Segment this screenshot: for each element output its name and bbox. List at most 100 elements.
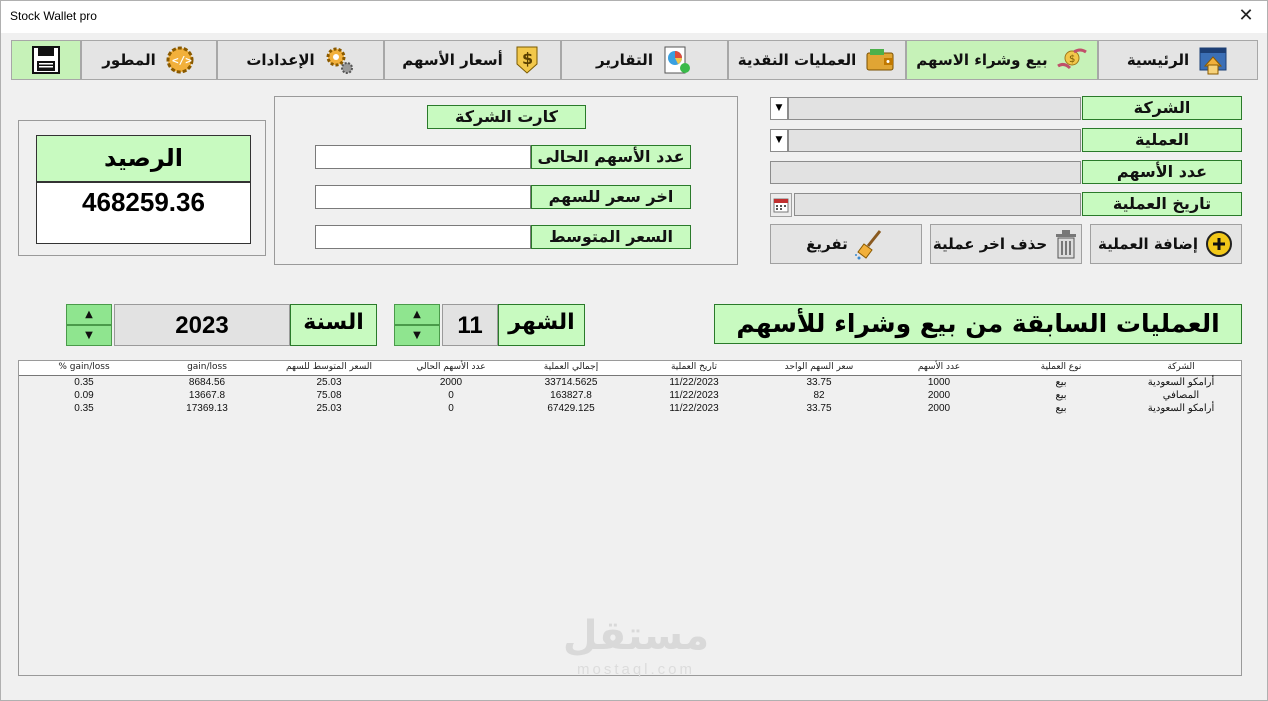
cell-shares: 2000: [927, 403, 951, 414]
tab-save[interactable]: [11, 40, 81, 80]
add-operation-button[interactable]: إضافة العملية: [1090, 224, 1242, 264]
tab-buy-sell-stocks[interactable]: بيع وشراء الاسهم $: [906, 40, 1098, 80]
shares-count-label: عدد الأسهم: [1082, 160, 1242, 184]
operation-date-input[interactable]: [794, 193, 1081, 216]
clear-label: تفريغ: [806, 235, 848, 253]
current-shares-label: عدد الأسهم الحالى: [531, 145, 691, 169]
money-hands-icon: $: [1056, 48, 1087, 70]
col-shares-count: عدد الأسهم: [917, 362, 961, 372]
clear-button[interactable]: تفريغ: [770, 224, 922, 264]
cell-average: 25.03: [316, 377, 342, 388]
cell-company: أرامكو السعودية: [1147, 377, 1215, 388]
tab-home[interactable]: الرئيسية: [1098, 40, 1258, 80]
tab-cash-label: العمليات النقدية: [737, 51, 857, 69]
shares-count-input[interactable]: [770, 161, 1081, 184]
tab-home-label: الرئيسية: [1126, 51, 1190, 69]
delete-last-label: حذف اخر عملية: [932, 235, 1048, 253]
tab-stock-prices[interactable]: أسعار الأسهم $: [384, 40, 561, 80]
last-price-field: [315, 185, 531, 209]
tab-buy-sell-label: بيع وشراء الاسهم: [916, 51, 1048, 69]
save-disk-icon: [32, 46, 60, 74]
company-label: الشركة: [1082, 96, 1242, 120]
tab-settings-label: الإعدادات: [246, 51, 315, 69]
operation-label: العملية: [1082, 128, 1242, 152]
current-shares-field: [315, 145, 531, 169]
cell-price: 33.75: [806, 377, 832, 388]
developer-code-icon: </>: [166, 46, 194, 74]
cell-shares: 2000: [927, 390, 951, 401]
month-down-button[interactable]: ▼: [394, 325, 440, 346]
broom-icon: [854, 230, 881, 260]
company-card-title: كارت الشركة: [427, 105, 586, 129]
cell-type: بيع: [1055, 403, 1067, 414]
year-label: السنة: [290, 304, 377, 346]
tab-reports[interactable]: التقارير: [561, 40, 728, 80]
cell-type: بيع: [1055, 377, 1067, 388]
col-current-shares: عدد الأسهم الحالي: [416, 362, 486, 372]
tab-cash-operations[interactable]: العمليات النقدية: [728, 40, 906, 80]
year-down-button[interactable]: ▼: [66, 325, 112, 346]
tab-settings[interactable]: الإعدادات: [217, 40, 384, 80]
title-bar: Stock Wallet pro ✕: [1, 1, 1267, 33]
wallet-icon: [866, 49, 894, 71]
cell-date: 11/22/2023: [669, 377, 719, 388]
cell-total: 163827.8: [550, 390, 592, 401]
cell-total: 33714.5625: [544, 377, 598, 388]
year-up-button[interactable]: ▲: [66, 304, 112, 325]
operation-dropdown-arrow[interactable]: ▼: [770, 129, 788, 152]
main-toolbar: الرئيسية بيع وشراء الاسهم $ العمليات الن…: [11, 40, 1258, 80]
calendar-icon[interactable]: [770, 193, 792, 217]
cell-gain-loss-percent: 0.35: [74, 377, 94, 388]
table-header: الشركة نوع العملية عدد الأسهم سعر السهم …: [19, 361, 1241, 376]
cell-date: 11/22/2023: [669, 390, 719, 401]
tab-developer[interactable]: المطور </>: [81, 40, 217, 80]
svg-text:$: $: [1069, 54, 1075, 65]
svg-text:$: $: [522, 49, 533, 68]
cell-date: 11/22/2023: [669, 403, 719, 414]
balance-label: الرصيد: [36, 135, 251, 182]
month-up-button[interactable]: ▲: [394, 304, 440, 325]
tab-reports-label: التقارير: [596, 51, 653, 69]
cell-company: أرامكو السعودية: [1147, 403, 1215, 414]
cell-price: 33.75: [806, 403, 832, 414]
app-window: Stock Wallet pro ✕ الرئيسية بيع وشراء ال…: [0, 0, 1268, 701]
col-operation-type: نوع العملية: [1040, 362, 1082, 372]
window-title: Stock Wallet pro: [10, 9, 97, 23]
cell-gain-loss: 17369.13: [186, 403, 228, 414]
cell-gain-loss: 8684.56: [188, 377, 226, 388]
dollar-shield-icon: $: [516, 46, 538, 74]
cell-gain-loss: 13667.8: [188, 390, 226, 401]
cell-current-shares: 2000: [439, 377, 463, 388]
year-value[interactable]: 2023: [114, 304, 290, 346]
company-dropdown-arrow[interactable]: ▼: [770, 97, 788, 120]
average-price-field: [315, 225, 531, 249]
cell-shares: 1000: [927, 377, 951, 388]
cell-average: 75.08: [316, 390, 342, 401]
balance-panel: الرصيد 468259.36: [18, 120, 266, 256]
cell-gain-loss-percent: 0.09: [74, 390, 94, 401]
company-select[interactable]: [788, 97, 1081, 120]
watermark-url: mostaql.com: [576, 661, 696, 678]
col-operation-date: تاريخ العملية: [670, 362, 718, 372]
svg-text:</>: </>: [172, 54, 192, 67]
last-price-label: اخر سعر للسهم: [531, 185, 691, 209]
cell-gain-loss-percent: 0.35: [74, 403, 94, 414]
cell-current-shares: 0: [448, 390, 454, 401]
add-operation-label: إضافة العملية: [1097, 235, 1199, 253]
trash-icon: [1056, 230, 1077, 259]
delete-last-operation-button[interactable]: حذف اخر عملية: [930, 224, 1082, 264]
month-label: الشهر: [498, 304, 585, 346]
col-operation-total: إجمالي العملية: [543, 362, 599, 372]
close-button[interactable]: ✕: [1235, 5, 1257, 27]
cell-type: بيع: [1055, 390, 1067, 401]
cell-price: 82: [813, 390, 825, 401]
month-value[interactable]: 11: [442, 304, 498, 346]
cell-current-shares: 0: [448, 403, 454, 414]
operation-select[interactable]: [788, 129, 1081, 152]
gear-icon: [326, 47, 353, 74]
tab-developer-label: المطور: [102, 51, 156, 69]
home-icon: [1199, 47, 1227, 75]
col-company: الشركة: [1167, 362, 1195, 372]
average-price-label: السعر المتوسط: [531, 225, 691, 249]
col-average-price: السعر المتوسط للسهم: [285, 362, 373, 372]
